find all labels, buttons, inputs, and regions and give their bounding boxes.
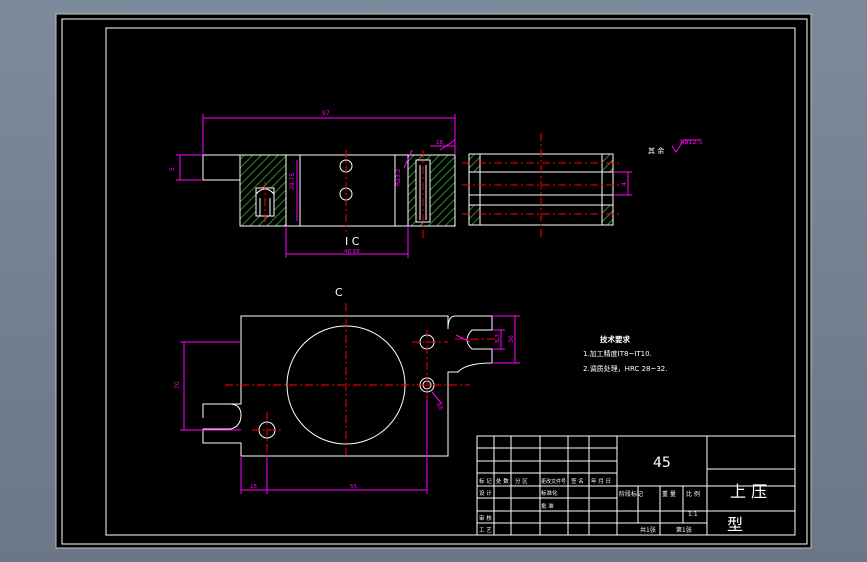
tb-label-date: 年 月 日 bbox=[591, 477, 611, 485]
dim-inner-height: 28.75 bbox=[289, 173, 296, 190]
dim-slot-small: 18 bbox=[436, 140, 443, 146]
tb-label-review: 审 核 bbox=[479, 514, 492, 522]
dim-slot-width: 8.3 bbox=[495, 334, 501, 343]
tb-stage-label: 阶段标记 bbox=[619, 490, 643, 498]
roughness-note-value: Ra12.5 bbox=[680, 138, 703, 146]
title-part-name-2: 型 bbox=[727, 515, 743, 534]
tb-label-count: 处 数 bbox=[496, 477, 509, 485]
drawing-sheet bbox=[55, 13, 812, 549]
hatch-right bbox=[407, 154, 456, 227]
tb-scale-label: 比 例 bbox=[686, 490, 700, 498]
tb-scale-value: 1:1 bbox=[688, 511, 698, 518]
tb-label-change-doc: 更改文件号 bbox=[541, 478, 566, 485]
tb-label-design: 设 计 bbox=[479, 489, 492, 497]
dim-plan-height: 70 bbox=[174, 381, 181, 389]
dim-slot-height: 30 bbox=[508, 335, 515, 343]
tech-req-title: 技术要求 bbox=[600, 334, 630, 344]
dim-plan-hole-span: 55 bbox=[350, 484, 357, 490]
tb-label-approve: 批 准 bbox=[541, 502, 554, 510]
dim-plan-left: 15 bbox=[250, 484, 257, 490]
dim-bottom-width: 48.88 bbox=[344, 249, 360, 255]
section-label-front: I C bbox=[345, 235, 360, 248]
tb-label-zone: 分 区 bbox=[515, 477, 528, 485]
roughness-note-prefix: 其 余 bbox=[648, 146, 664, 155]
side-hatch-bl bbox=[468, 204, 481, 226]
tech-req-line2: 2.调质处理，HRC 28~32. bbox=[583, 364, 667, 373]
tb-label-mark: 标 记 bbox=[479, 477, 492, 485]
tb-label-standard: 标准化 bbox=[541, 489, 558, 497]
dim-overall-width: 97 bbox=[322, 110, 330, 117]
dim-left-height: 5 bbox=[169, 167, 176, 171]
tb-label-process: 工 艺 bbox=[479, 527, 492, 534]
tb-weight-label: 重 量 bbox=[662, 490, 676, 498]
title-part-name: 上 压 bbox=[730, 482, 767, 501]
cad-drawing-canvas: 97 5 28.75 48.88 18 Ra3.2 I C 4 其 余 Ra12… bbox=[55, 13, 812, 549]
tech-req-line1: 1.加工精度IT8~IT10. bbox=[583, 349, 652, 358]
dim-roughness-mid: Ra3.2 bbox=[395, 169, 402, 186]
side-hatch-br bbox=[601, 204, 614, 226]
title-material: 45 bbox=[653, 455, 671, 471]
section-label-top: C bbox=[335, 286, 343, 299]
tb-label-sign: 签 名 bbox=[571, 477, 584, 485]
dim-right-depth: 4 bbox=[621, 182, 628, 186]
tb-sheet-index: 第1张 bbox=[676, 526, 692, 534]
tb-sheets-total: 共1张 bbox=[640, 526, 656, 534]
